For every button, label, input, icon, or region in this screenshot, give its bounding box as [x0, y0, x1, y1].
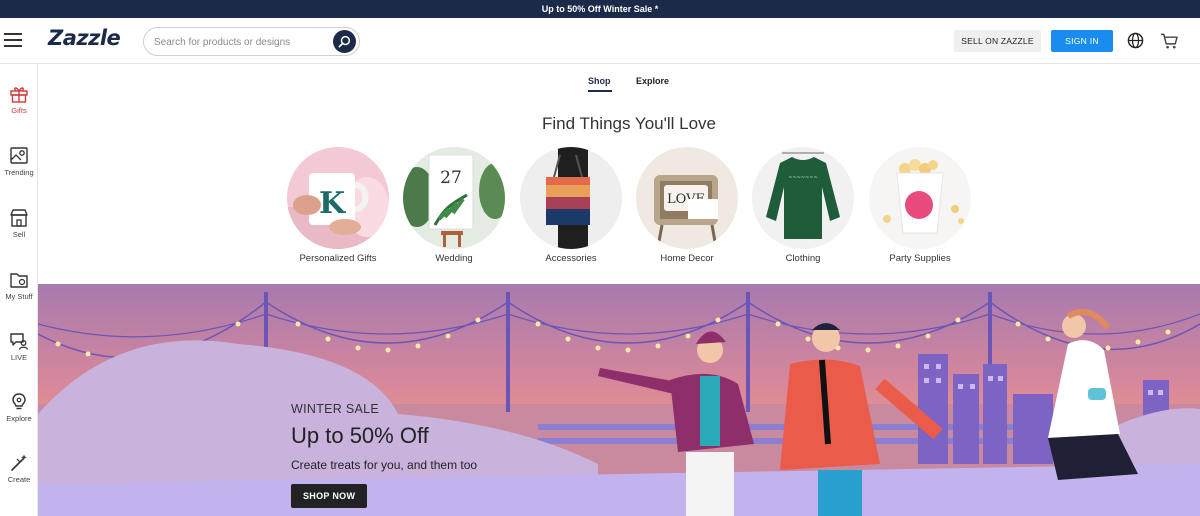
category-party-supplies[interactable]: Party Supplies: [869, 147, 971, 264]
storefront-icon: [10, 209, 28, 227]
sign-in-button[interactable]: SIGN IN: [1051, 30, 1113, 52]
category-clothing[interactable]: ~~~~~~~ Clothing: [752, 147, 854, 264]
category-image: [520, 147, 622, 249]
shop-explore-tabs: Shop Explore: [0, 74, 1200, 94]
category-accessories[interactable]: Accessories: [520, 147, 622, 264]
sell-on-zazzle-button[interactable]: SELL ON ZAZZLE: [954, 30, 1041, 52]
search-bar: [143, 27, 360, 56]
category-image: LOVE: [636, 147, 738, 249]
sidebar-item-sell[interactable]: Sell: [0, 208, 38, 239]
hero-headline: Up to 50% Off: [291, 423, 429, 448]
sidebar-item-label: Create: [7, 475, 31, 484]
tab-explore[interactable]: Explore: [636, 76, 669, 86]
search-icon: [338, 35, 351, 48]
hero-eyebrow: WINTER SALE: [291, 402, 380, 416]
hero-banner[interactable]: WINTER SALE Up to 50% Off Create treats …: [38, 284, 1200, 516]
sidebar-item-explore[interactable]: Explore: [0, 392, 38, 423]
mug-letter: K: [319, 186, 346, 221]
trending-icon: [10, 147, 28, 164]
search-button[interactable]: [333, 30, 356, 53]
menu-icon[interactable]: [4, 33, 22, 47]
wedding-card-number: 27: [440, 168, 462, 188]
category-label: Clothing: [785, 253, 821, 264]
sidebar-item-label: Trending: [4, 168, 34, 177]
svg-text:~~~~~~~: ~~~~~~~: [788, 175, 817, 181]
category-image: K: [287, 147, 389, 249]
zazzle-logo[interactable]: Zazzle: [48, 26, 121, 50]
category-home-decor[interactable]: LOVE Home Decor: [636, 147, 738, 264]
promo-bar[interactable]: Up to 50% Off Winter Sale *: [0, 0, 1200, 18]
magic-wand-icon: [11, 454, 27, 471]
sidebar-item-my-stuff[interactable]: My Stuff: [0, 270, 38, 301]
site-header: Zazzle SELL ON ZAZZLE SIGN IN: [0, 18, 1200, 64]
category-image: ~~~~~~~: [752, 147, 854, 249]
category-wedding[interactable]: 27 Wedding: [403, 147, 505, 264]
sidebar-item-live[interactable]: LIVE: [0, 331, 38, 362]
lightbulb-icon: [12, 393, 26, 410]
category-label: Home Decor: [660, 253, 714, 264]
sidebar-item-label: Explore: [6, 414, 32, 423]
category-label: Personalized Gifts: [299, 253, 377, 264]
category-label: Accessories: [545, 253, 597, 264]
sidebar-item-trending[interactable]: Trending: [0, 146, 38, 177]
shop-now-button[interactable]: SHOP NOW: [291, 484, 368, 508]
category-image: [869, 147, 971, 249]
sidebar-item-create[interactable]: Create: [0, 453, 38, 484]
category-label: Wedding: [435, 253, 473, 264]
globe-icon[interactable]: [1127, 32, 1144, 49]
category-personalized-gifts[interactable]: K Personalized Gifts: [287, 147, 389, 264]
category-image: 27: [403, 147, 505, 249]
sidebar-item-label: Sell: [12, 230, 26, 239]
sidebar-item-label: My Stuff: [5, 292, 33, 301]
folder-icon: [10, 273, 28, 288]
hero-subtext: Create treats for you, and them too: [291, 458, 478, 472]
active-tab-indicator: [588, 90, 612, 92]
tab-shop[interactable]: Shop: [588, 76, 611, 86]
cart-icon[interactable]: [1160, 32, 1179, 50]
search-input[interactable]: [154, 34, 329, 50]
hero-text: WINTER SALE Up to 50% Off Create treats …: [291, 402, 477, 508]
live-chat-icon: [10, 333, 29, 350]
winter-illustration: [38, 284, 1200, 516]
sidebar-item-label: LIVE: [10, 353, 28, 362]
category-label: Party Supplies: [889, 253, 951, 264]
section-title: Find Things You'll Love: [541, 114, 716, 133]
